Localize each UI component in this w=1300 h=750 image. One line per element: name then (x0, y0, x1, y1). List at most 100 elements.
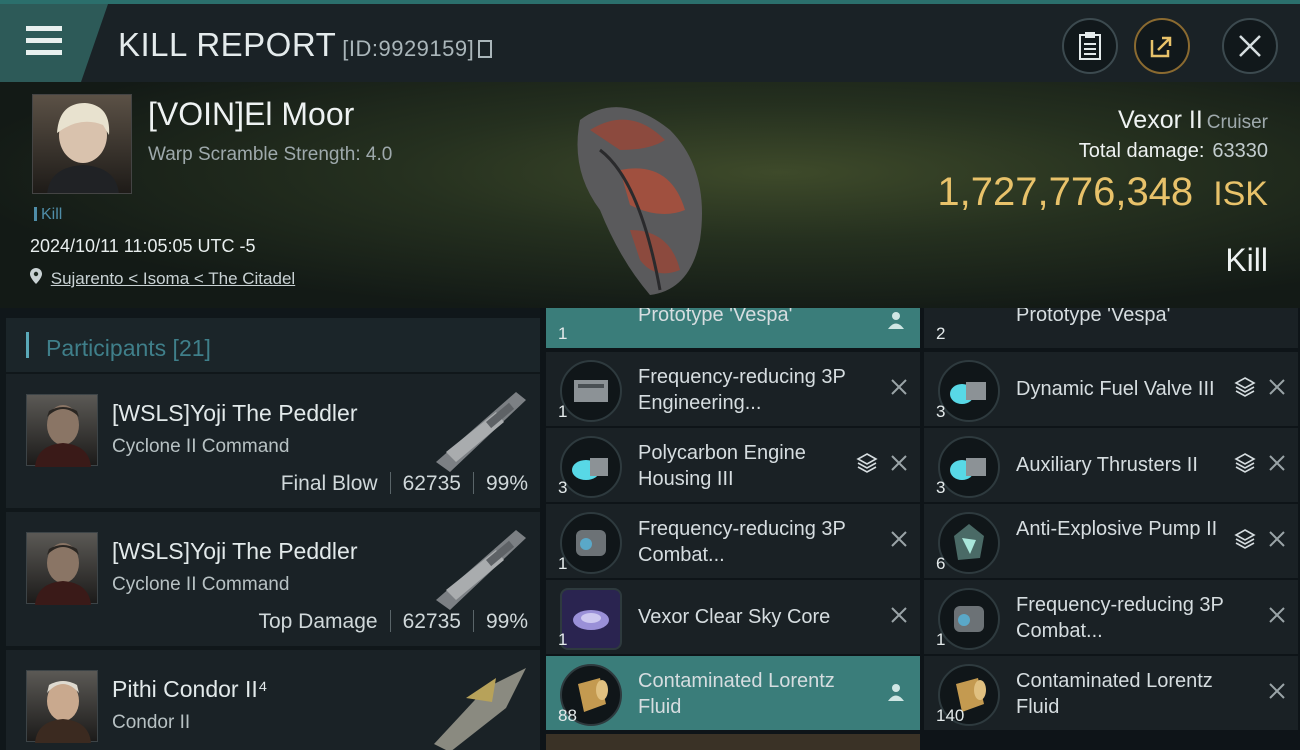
victim-ship-name[interactable]: Vexor II Cruiser (1118, 106, 1268, 135)
item-quantity: 140 (936, 706, 965, 725)
total-damage-label: Total damage: (1078, 140, 1205, 162)
participant-ship-image (436, 392, 526, 472)
item-name: Polycarbon Engine Housing III (638, 442, 806, 490)
participant-row[interactable]: Pithi Condor II⁴ Condor II (6, 650, 540, 750)
victim-portrait[interactable] (32, 94, 132, 194)
pilot-portrait (35, 405, 91, 467)
item-name: Frequency-reducing 3P Combat... (638, 518, 846, 566)
avatar (26, 394, 98, 467)
item-name: Frequency-reducing 3P Engineering... (638, 366, 846, 414)
isk-amount: 1,727,776,348 (937, 170, 1194, 214)
victim-banner: [VOIN]El Moor Warp Scramble Strength: 4.… (0, 82, 1300, 308)
participants-panel: Participants [21] [WSLS]Yoji The Peddler… (0, 308, 540, 750)
outcome-label: Kill (1225, 242, 1268, 278)
participant-stats: Final Blow 62735 99% (281, 472, 528, 496)
stack-layers-icon (1234, 377, 1256, 397)
close-icon[interactable] (890, 606, 908, 624)
close-icon[interactable] (1268, 454, 1286, 472)
participant-role: Top Damage (258, 610, 378, 633)
victim-ship-image (577, 107, 702, 295)
item-icon (560, 512, 622, 574)
page-title: KILL REPORT [ID:9929159] (118, 26, 493, 64)
participant-name: [WSLS]Yoji The Peddler (112, 400, 358, 426)
participant-stats: Top Damage 62735 99% (258, 610, 528, 634)
item-row-partial (546, 734, 920, 750)
item-row[interactable]: 6 Anti-Explosive Pump II (924, 504, 1298, 578)
item-row[interactable]: 1 Frequency-reducing 3P Combat... (546, 504, 920, 578)
person-icon (888, 684, 904, 701)
participant-ship: Cyclone II Command (112, 574, 290, 595)
item-row[interactable]: 2 Prototype 'Vespa' (924, 308, 1298, 348)
close-icon[interactable] (890, 378, 908, 396)
item-quantity: 3 (558, 478, 568, 497)
copy-icon[interactable] (478, 40, 493, 58)
participant-name: [WSLS]Yoji The Peddler (112, 538, 358, 564)
menu-button[interactable] (0, 4, 108, 82)
clipboard-icon (1079, 32, 1101, 60)
item-icon (938, 436, 1000, 498)
share-button[interactable] (1134, 18, 1190, 74)
item-quantity: 6 (936, 554, 946, 573)
stack-layers-icon (1234, 529, 1256, 549)
ship-name-text: Vexor II (1118, 106, 1203, 134)
item-quantity: 3 (936, 402, 946, 421)
total-damage: Total damage: 63330 (1079, 140, 1268, 163)
item-row[interactable]: 3 Dynamic Fuel Valve III (924, 352, 1298, 426)
participants-header: Participants [21] (6, 318, 540, 372)
item-quantity: 1 (558, 402, 568, 421)
item-row[interactable]: 1 Vexor Clear Sky Core (546, 580, 920, 654)
item-row[interactable]: 3 Auxiliary Thrusters II (924, 428, 1298, 502)
isk-unit: ISK (1213, 175, 1268, 213)
item-name: Frequency-reducing 3P Combat... (1016, 594, 1224, 642)
close-icon[interactable] (1268, 606, 1286, 624)
participant-name: Pithi Condor II⁴ (112, 676, 268, 702)
item-name: Anti-Explosive Pump II (1016, 518, 1218, 540)
stack-layers-icon (856, 453, 878, 473)
participant-ship: Condor II (112, 712, 191, 733)
item-row[interactable]: 1 Frequency-reducing 3P Engineering... (546, 352, 920, 426)
item-icon (560, 436, 622, 498)
item-name: Auxiliary Thrusters II (1016, 454, 1198, 476)
kill-location[interactable]: Sujarento < Isoma < The Citadel (30, 268, 295, 289)
close-icon[interactable] (1268, 530, 1286, 548)
item-quantity: 2 (936, 324, 946, 343)
item-row[interactable]: 3 Polycarbon Engine Housing III (546, 428, 920, 502)
top-bar: KILL REPORT [ID:9929159] (0, 0, 1300, 82)
divider (472, 610, 474, 632)
item-row[interactable]: 1 Frequency-reducing 3P Combat... (924, 580, 1298, 654)
report-button[interactable] (1062, 18, 1118, 74)
close-icon[interactable] (890, 530, 908, 548)
item-quantity: 3 (936, 478, 946, 497)
stack-layers-icon (1234, 453, 1256, 473)
participant-percent: 99% (485, 610, 528, 633)
person-icon (888, 312, 904, 329)
location-link[interactable]: Sujarento < Isoma < The Citadel (51, 269, 295, 288)
item-icon (938, 360, 1000, 422)
item-name: Dynamic Fuel Valve III (1016, 378, 1215, 400)
close-icon[interactable] (1268, 682, 1286, 700)
item-row[interactable]: 1 Prototype 'Vespa' (546, 308, 920, 348)
kill-tag: Kill (34, 206, 62, 224)
victim-pilot-name[interactable]: [VOIN]El Moor (148, 96, 354, 133)
menu-icon-bar (26, 50, 62, 55)
item-icon (938, 588, 1000, 650)
item-row[interactable]: 140 Contaminated Lorentz Fluid (924, 656, 1298, 730)
participant-row[interactable]: [WSLS]Yoji The Peddler Cyclone II Comman… (6, 374, 540, 508)
item-quantity: 88 (558, 706, 577, 725)
isk-value: 1,727,776,348 ISK (937, 170, 1268, 215)
item-quantity: 1 (558, 554, 568, 573)
close-button[interactable] (1222, 18, 1278, 74)
pilot-portrait (35, 681, 91, 743)
item-row[interactable]: 88 Contaminated Lorentz Fluid (546, 656, 920, 730)
participant-percent: 99% (485, 472, 528, 495)
close-icon[interactable] (1268, 378, 1286, 396)
divider (472, 472, 474, 494)
warp-scramble-strength: Warp Scramble Strength: 4.0 (148, 144, 393, 165)
portrait-avatar (47, 103, 119, 193)
item-name: Contaminated Lorentz Fluid (638, 670, 835, 718)
item-quantity: 1 (558, 324, 568, 343)
participant-damage: 62735 (402, 610, 461, 633)
participant-row[interactable]: [WSLS]Yoji The Peddler Cyclone II Comman… (6, 512, 540, 646)
item-icon (560, 588, 622, 650)
close-icon[interactable] (890, 454, 908, 472)
